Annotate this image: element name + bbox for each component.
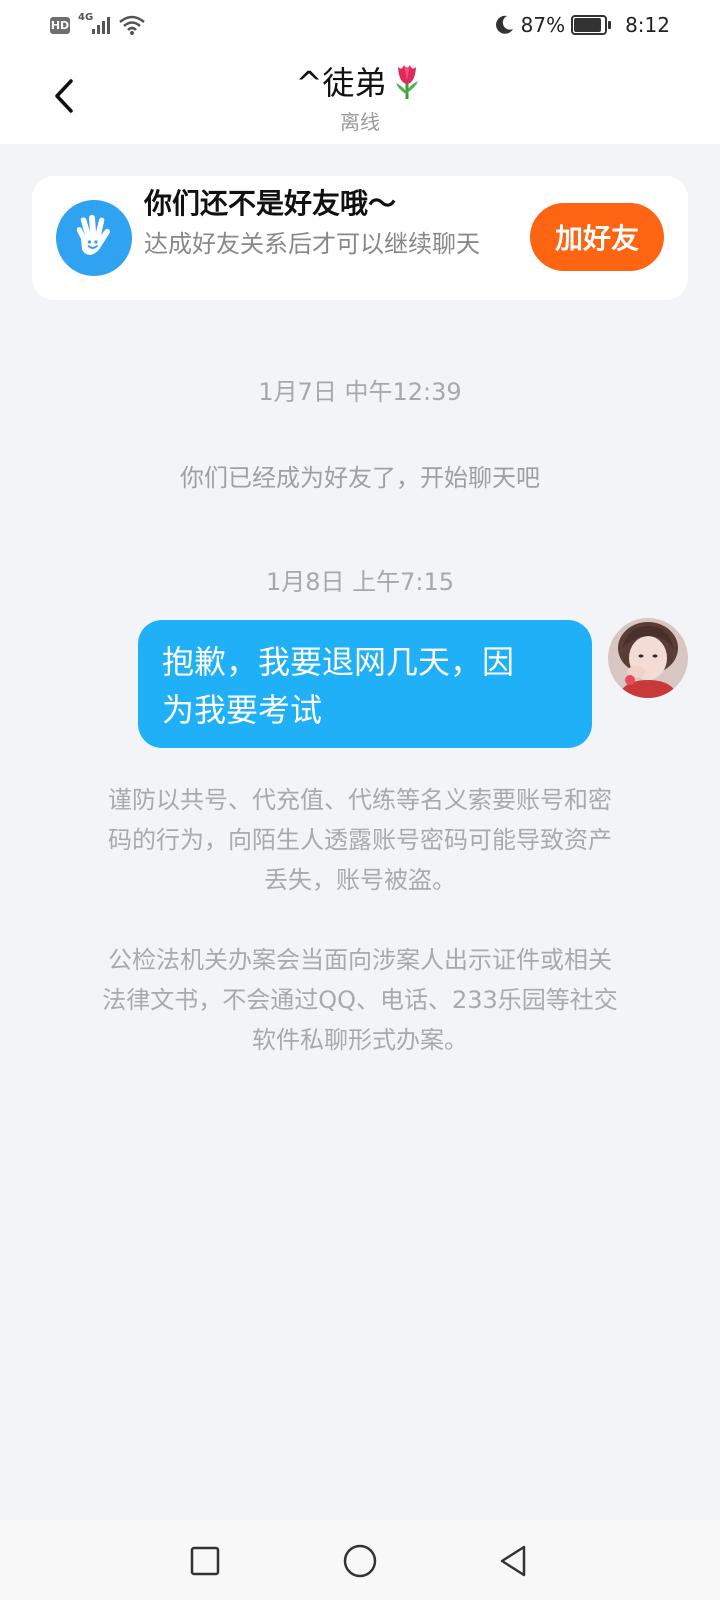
status-right: 87% 8:12 [493, 10, 670, 40]
system-message: 你们已经成为好友了，开始聊天吧 [180, 464, 540, 492]
outgoing-message-bubble[interactable]: 抱歉，我要退网几天，因 为我要考试 [138, 620, 592, 748]
wifi-icon [119, 15, 145, 35]
chat-header: ^徒弟 离线 [0, 50, 720, 144]
notice-line: 法律文书，不会通过QQ、电话、233乐园等社交 [102, 986, 618, 1014]
system-nav-bar [0, 1520, 720, 1600]
notice-line: 公检法机关办案会当面向涉案人出示证件或相关 [108, 946, 612, 974]
network-type-label: 4G [78, 12, 94, 23]
avatar[interactable] [608, 618, 688, 698]
notice-line: 码的行为，向陌生人透露账号密码可能导致资产 [108, 826, 612, 854]
moon-icon [495, 15, 513, 34]
battery-percent: 87% [520, 13, 566, 37]
message-text-line: 为我要考试 [162, 691, 323, 729]
back-triangle-icon [500, 1545, 526, 1577]
battery-icon [571, 15, 612, 35]
add-friend-button[interactable]: 加好友 [530, 203, 664, 271]
recents-button[interactable] [182, 1538, 228, 1584]
online-status: 离线 [340, 110, 380, 134]
card-title: 你们还不是好友哦～ [144, 187, 397, 220]
contact-name-text: ^徒弟 [295, 64, 387, 102]
signal-icon: 4G [78, 12, 112, 36]
safety-notice-account: 谨防以共号、代充值、代练等名义索要账号和密 码的行为，向陌生人透露账号密码可能导… [60, 780, 660, 900]
contact-name[interactable]: ^徒弟 [296, 58, 425, 104]
tulip-icon [396, 65, 419, 99]
notice-line: 软件私聊形式办案。 [252, 1026, 468, 1054]
message-text-line: 抱歉，我要退网几天，因 [162, 643, 515, 681]
notice-line: 丢失，账号被盗。 [264, 866, 456, 894]
card-description: 达成好友关系后才可以继续聊天 [144, 230, 480, 258]
back-nav-button[interactable] [490, 1538, 536, 1584]
not-friends-card: 你们还不是好友哦～ 达成好友关系后才可以继续聊天 加好友 [32, 176, 688, 300]
home-button[interactable] [337, 1538, 383, 1584]
status-bar: HD 4G 87% 8:12 [0, 0, 720, 50]
message-timestamp: 1月8日 上午7:15 [265, 568, 455, 596]
message-timestamp: 1月7日 中午12:39 [258, 378, 462, 406]
home-circle-icon [343, 1544, 377, 1578]
recents-square-icon [190, 1546, 220, 1576]
safety-notice-police: 公检法机关办案会当面向涉案人出示证件或相关 法律文书，不会通过QQ、电话、233… [60, 940, 660, 1060]
status-left: HD 4G [50, 12, 146, 38]
hd-icon: HD [50, 16, 70, 34]
waving-hand-icon [56, 200, 132, 276]
clock: 8:12 [625, 13, 670, 37]
notice-line: 谨防以共号、代充值、代练等名义索要账号和密 [108, 786, 612, 814]
header-title-block: ^徒弟 离线 [0, 58, 720, 135]
